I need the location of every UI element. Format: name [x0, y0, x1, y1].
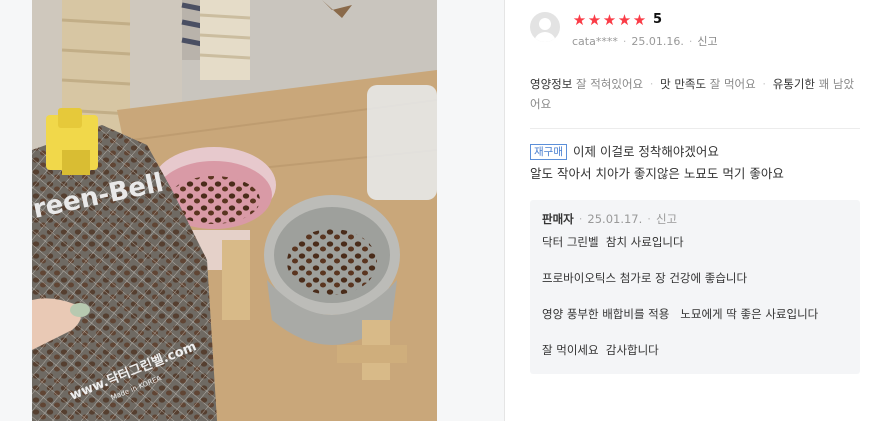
review-photo[interactable]: reen-Bell www.닥터그린벨.com Made in KOREA	[32, 0, 437, 421]
reply-line: 잘 먹이세요 감사합니다	[542, 343, 659, 357]
review-text-line: 알도 작아서 치아가 좋지않은 노묘도 먹기 좋아요	[530, 166, 784, 181]
rating-score: 5	[653, 12, 663, 27]
star-icon: ★	[617, 11, 632, 29]
option-value: 잘 적혀있어요	[575, 77, 644, 91]
option-separator: ·	[762, 77, 767, 91]
divider	[530, 128, 860, 129]
review-options: 영양정보 잘 적혀있어요 · 맛 만족도 잘 먹어요 · 유통기한 꽤 남았어요	[530, 74, 860, 114]
option-key: 유통기한	[772, 77, 816, 91]
seller-reply-box: 판매자 · 25.01.17. · 신고 닥터 그린벨 참치 사료입니다 프로바…	[530, 200, 860, 374]
review-meta: cata**** · 25.01.16. · 신고	[572, 33, 718, 49]
avatar-body-shape	[534, 32, 556, 42]
reviewer-id: cata****	[572, 34, 618, 48]
repurchase-badge: 재구매	[530, 144, 567, 160]
option-value: 잘 먹어요	[709, 77, 756, 91]
report-link[interactable]: 신고	[697, 33, 717, 49]
reply-line: 닥터 그린벨 참치 사료입니다	[542, 235, 684, 249]
meta-separator: ·	[688, 34, 693, 48]
avatar-head-shape	[539, 18, 551, 30]
option-key: 영양정보	[530, 77, 573, 91]
star-icon: ★	[602, 11, 617, 29]
review-text-line: 이제 이걸로 정착해야겠어요	[572, 144, 719, 159]
star-icon: ★	[632, 11, 647, 29]
seller-name: 판매자	[542, 212, 574, 226]
option-separator: ·	[649, 77, 654, 91]
star-icon: ★	[572, 11, 587, 29]
seller-reply-header: 판매자 · 25.01.17. · 신고	[542, 211, 848, 227]
reply-line: 프로바이오틱스 첨가로 장 건강에 좋습니다	[542, 271, 748, 285]
review-line-1: 재구매 이제 이걸로 정착해야겠어요	[530, 141, 860, 163]
option-key: 맛 만족도	[660, 77, 707, 91]
review-photo-illustration: reen-Bell www.닥터그린벨.com Made in KOREA	[32, 0, 437, 421]
meta-separator: ·	[647, 212, 651, 226]
meta-separator: ·	[578, 212, 583, 226]
photo-panel: reen-Bell www.닥터그린벨.com Made in KOREA	[0, 0, 505, 421]
seller-reply-date: 25.01.17.	[587, 212, 643, 226]
reviewer-header: ★ ★ ★ ★ ★ 5 cata**** · 25.01.16. · 신고	[530, 12, 860, 48]
review-panel: ★ ★ ★ ★ ★ 5 cata**** · 25.01.16. · 신고 영양…	[506, 0, 878, 421]
avatar	[530, 12, 560, 42]
seller-report-link[interactable]: 신고	[656, 211, 677, 227]
reply-line: 영양 풍부한 배합비를 적용 노묘에게 딱 좋은 사료입니다	[542, 307, 819, 321]
star-rating: ★ ★ ★ ★ ★ 5	[572, 12, 662, 28]
review-body: 재구매 이제 이걸로 정착해야겠어요 알도 작아서 치아가 좋지않은 노묘도 먹기…	[530, 141, 860, 185]
seller-reply-text: 닥터 그린벨 참치 사료입니다 프로바이오틱스 첨가로 장 건강에 좋습니다 영…	[542, 233, 848, 377]
meta-separator: ·	[622, 34, 627, 48]
review-date: 25.01.16.	[631, 34, 684, 48]
star-icon: ★	[587, 11, 602, 29]
